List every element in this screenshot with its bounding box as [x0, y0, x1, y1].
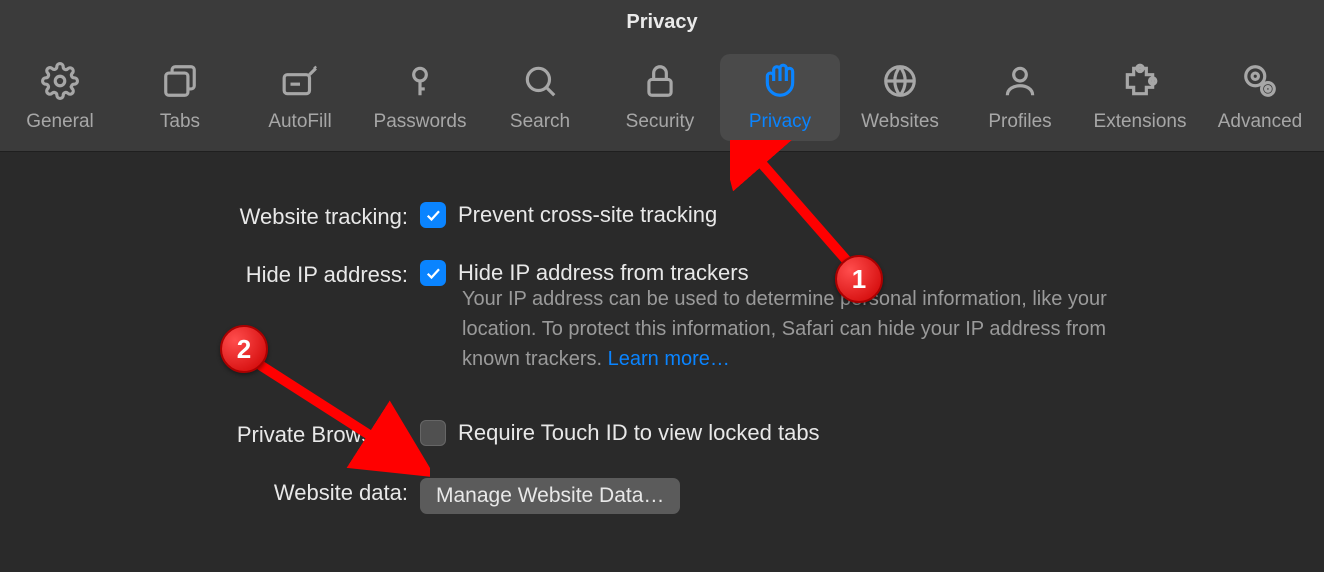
annotation-number: 2 — [237, 334, 251, 365]
tab-general[interactable]: General — [0, 54, 120, 141]
profile-icon — [1001, 62, 1039, 105]
globe-icon — [881, 62, 919, 105]
checkbox-hide-ip[interactable] — [420, 260, 446, 286]
lock-icon — [641, 62, 679, 105]
checkbox-label: Hide IP address from trackers — [458, 260, 749, 286]
tab-advanced[interactable]: Advanced — [1200, 54, 1320, 141]
tab-privacy[interactable]: Privacy — [720, 54, 840, 141]
label-website-tracking: Website tracking: — [40, 202, 420, 230]
tab-label: Extensions — [1094, 111, 1187, 133]
tab-autofill[interactable]: AutoFill — [240, 54, 360, 141]
autofill-icon — [281, 62, 319, 105]
checkbox-label: Require Touch ID to view locked tabs — [458, 420, 820, 446]
manage-website-data-button[interactable]: Manage Website Data… — [420, 478, 680, 514]
learn-more-link[interactable]: Learn more… — [608, 348, 730, 370]
tab-security[interactable]: Security — [600, 54, 720, 141]
tab-label: Security — [626, 111, 695, 133]
row-website-data: Website data: Manage Website Data… — [40, 478, 1284, 514]
puzzle-icon — [1121, 62, 1159, 105]
tab-profiles[interactable]: Profiles — [960, 54, 1080, 141]
description-body: Your IP address can be used to determine… — [462, 288, 1107, 370]
checkbox-require-touch-id[interactable] — [420, 420, 446, 446]
window-title: Privacy — [0, 0, 1324, 44]
tab-websites[interactable]: Websites — [840, 54, 960, 141]
search-icon — [521, 62, 559, 105]
row-private-browsing: Private Browsing: Require Touch ID to vi… — [40, 420, 1284, 448]
tab-tabs[interactable]: Tabs — [120, 54, 240, 141]
tab-label: Websites — [861, 111, 939, 133]
tab-passwords[interactable]: Passwords — [360, 54, 480, 141]
gear-icon — [41, 62, 79, 105]
tabs-icon — [161, 62, 199, 105]
checkbox-prevent-cross-site[interactable] — [420, 202, 446, 228]
key-icon — [401, 62, 439, 105]
tab-label: Advanced — [1218, 111, 1303, 133]
annotation-badge-2: 2 — [220, 325, 268, 373]
settings-content: Website tracking: Prevent cross-site tra… — [0, 152, 1324, 514]
window-title-text: Privacy — [626, 11, 697, 34]
tab-label: Privacy — [749, 111, 811, 133]
annotation-badge-1: 1 — [835, 255, 883, 303]
tab-extensions[interactable]: Extensions — [1080, 54, 1200, 141]
label-hide-ip: Hide IP address: — [40, 260, 420, 288]
hand-icon — [761, 62, 799, 105]
label-private-browsing: Private Browsing: — [40, 420, 420, 448]
gears-icon — [1241, 62, 1279, 105]
tab-label: Tabs — [160, 111, 200, 133]
annotation-number: 1 — [852, 264, 866, 295]
description-text: Your IP address can be used to determine… — [462, 284, 1162, 374]
preferences-toolbar: General Tabs AutoFill Passwords Search S… — [0, 44, 1324, 152]
tab-label: AutoFill — [268, 111, 331, 133]
row-website-tracking: Website tracking: Prevent cross-site tra… — [40, 202, 1284, 230]
checkbox-label: Prevent cross-site tracking — [458, 202, 717, 228]
tab-label: Passwords — [374, 111, 467, 133]
tab-label: Profiles — [988, 111, 1051, 133]
tab-search[interactable]: Search — [480, 54, 600, 141]
tab-label: Search — [510, 111, 570, 133]
label-website-data: Website data: — [40, 478, 420, 506]
tab-label: General — [26, 111, 94, 133]
